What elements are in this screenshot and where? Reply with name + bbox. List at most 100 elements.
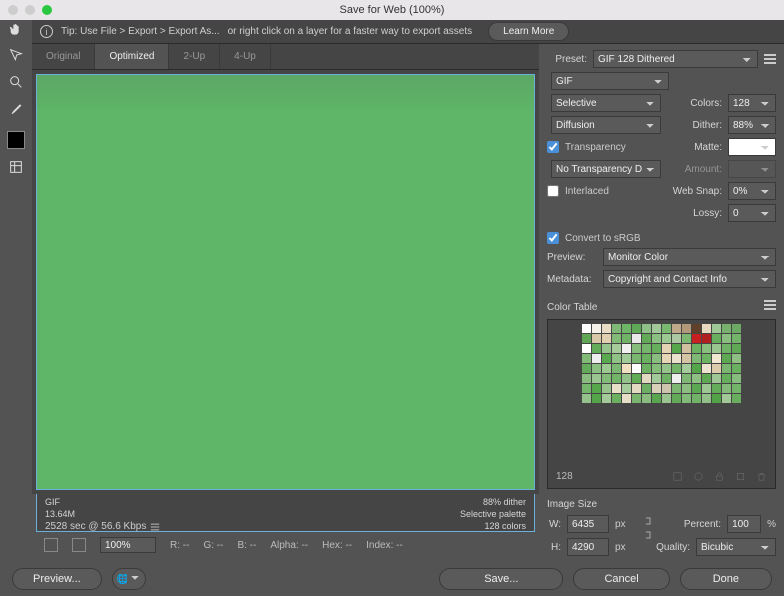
color-swatch[interactable] (592, 354, 601, 363)
srgb-checkbox[interactable] (547, 232, 559, 244)
color-swatch[interactable] (672, 394, 681, 403)
color-swatch[interactable] (622, 344, 631, 353)
color-swatch[interactable] (692, 354, 701, 363)
format-select[interactable]: GIF (551, 72, 669, 90)
color-swatch[interactable] (682, 324, 691, 333)
color-swatch[interactable] (672, 344, 681, 353)
color-swatch[interactable] (632, 394, 641, 403)
transparency-checkbox[interactable] (547, 141, 559, 153)
color-swatch[interactable] (712, 354, 721, 363)
color-swatch[interactable] (642, 364, 651, 373)
color-swatch[interactable] (602, 384, 611, 393)
color-swatch[interactable] (682, 344, 691, 353)
color-swatch[interactable] (602, 344, 611, 353)
metadata-select[interactable]: Copyright and Contact Info (603, 270, 776, 288)
color-swatch[interactable] (712, 394, 721, 403)
color-swatch[interactable] (672, 334, 681, 343)
color-swatch[interactable] (582, 344, 591, 353)
tab-original[interactable]: Original (32, 44, 95, 69)
color-table-grid[interactable] (582, 324, 742, 403)
color-swatch[interactable] (632, 364, 641, 373)
color-swatch[interactable] (582, 384, 591, 393)
color-swatch[interactable] (692, 374, 701, 383)
color-swatch[interactable] (682, 334, 691, 343)
color-swatch[interactable] (592, 374, 601, 383)
color-swatch[interactable] (662, 354, 671, 363)
color-swatch[interactable] (692, 324, 701, 333)
color-swatch[interactable] (732, 374, 741, 383)
color-swatch[interactable] (672, 324, 681, 333)
color-swatch[interactable] (722, 344, 731, 353)
color-swatch[interactable] (702, 324, 711, 333)
download-time-menu-icon[interactable] (151, 523, 159, 530)
color-swatch[interactable] (592, 394, 601, 403)
color-swatch[interactable] (662, 384, 671, 393)
color-swatch[interactable] (622, 374, 631, 383)
color-swatch[interactable] (682, 394, 691, 403)
learn-more-button[interactable]: Learn More (488, 22, 569, 41)
color-swatch[interactable] (582, 324, 591, 333)
color-swatch[interactable] (652, 394, 661, 403)
websnap-select[interactable]: 0% (728, 182, 776, 200)
save-button[interactable]: Save... (439, 568, 563, 590)
color-swatch[interactable] (632, 334, 641, 343)
color-swatch[interactable] (612, 384, 621, 393)
ct-map-icon[interactable] (693, 471, 704, 482)
color-swatch[interactable] (632, 374, 641, 383)
color-swatch[interactable] (622, 334, 631, 343)
color-swatch[interactable] (732, 394, 741, 403)
color-swatch[interactable] (622, 394, 631, 403)
color-swatch[interactable] (672, 354, 681, 363)
preset-menu-icon[interactable] (764, 54, 776, 64)
color-swatch[interactable] (692, 394, 701, 403)
color-swatch[interactable] (642, 334, 651, 343)
color-swatch[interactable] (682, 374, 691, 383)
color-swatch[interactable] (692, 344, 701, 353)
preset-select[interactable]: GIF 128 Dithered (593, 50, 758, 68)
color-swatch[interactable] (712, 364, 721, 373)
quality-select[interactable]: Bicubic (696, 538, 776, 556)
color-swatch[interactable] (652, 364, 661, 373)
color-swatch[interactable] (612, 374, 621, 383)
color-swatch[interactable] (722, 334, 731, 343)
color-swatch[interactable] (652, 324, 661, 333)
color-swatch[interactable] (592, 344, 601, 353)
color-swatch[interactable] (632, 324, 641, 333)
color-swatch[interactable] (722, 354, 731, 363)
color-swatch[interactable] (722, 374, 731, 383)
browser-preview-select[interactable]: 🌐 (112, 568, 146, 590)
color-swatch[interactable] (602, 354, 611, 363)
color-swatch[interactable] (702, 354, 711, 363)
color-swatch[interactable] (712, 384, 721, 393)
color-swatch[interactable] (692, 384, 701, 393)
color-swatch[interactable] (692, 364, 701, 373)
reduction-select[interactable]: Selective (551, 94, 661, 112)
tab-2up[interactable]: 2-Up (169, 44, 220, 69)
color-swatch[interactable] (722, 394, 731, 403)
link-dimensions-icon[interactable] (644, 516, 654, 540)
color-swatch[interactable] (662, 364, 671, 373)
height-input[interactable] (567, 538, 609, 556)
color-swatch[interactable] (722, 324, 731, 333)
zoom-tool-icon[interactable] (7, 73, 25, 91)
color-swatch[interactable] (702, 344, 711, 353)
color-table-menu-icon[interactable] (764, 300, 776, 310)
color-swatch[interactable] (662, 334, 671, 343)
color-swatch[interactable] (662, 344, 671, 353)
ct-lock-icon[interactable] (714, 471, 725, 482)
done-button[interactable]: Done (680, 568, 772, 590)
color-swatch[interactable] (662, 394, 671, 403)
color-swatch[interactable] (602, 364, 611, 373)
color-swatch[interactable] (612, 324, 621, 333)
color-swatch[interactable] (622, 384, 631, 393)
color-swatch[interactable] (662, 324, 671, 333)
color-swatch[interactable] (602, 394, 611, 403)
color-swatch[interactable] (652, 344, 661, 353)
color-swatch[interactable] (682, 384, 691, 393)
color-swatch[interactable] (682, 354, 691, 363)
ct-new-icon[interactable] (735, 471, 746, 482)
color-swatch[interactable] (672, 384, 681, 393)
color-swatch[interactable] (642, 384, 651, 393)
color-swatch[interactable] (612, 354, 621, 363)
color-swatch[interactable] (732, 364, 741, 373)
